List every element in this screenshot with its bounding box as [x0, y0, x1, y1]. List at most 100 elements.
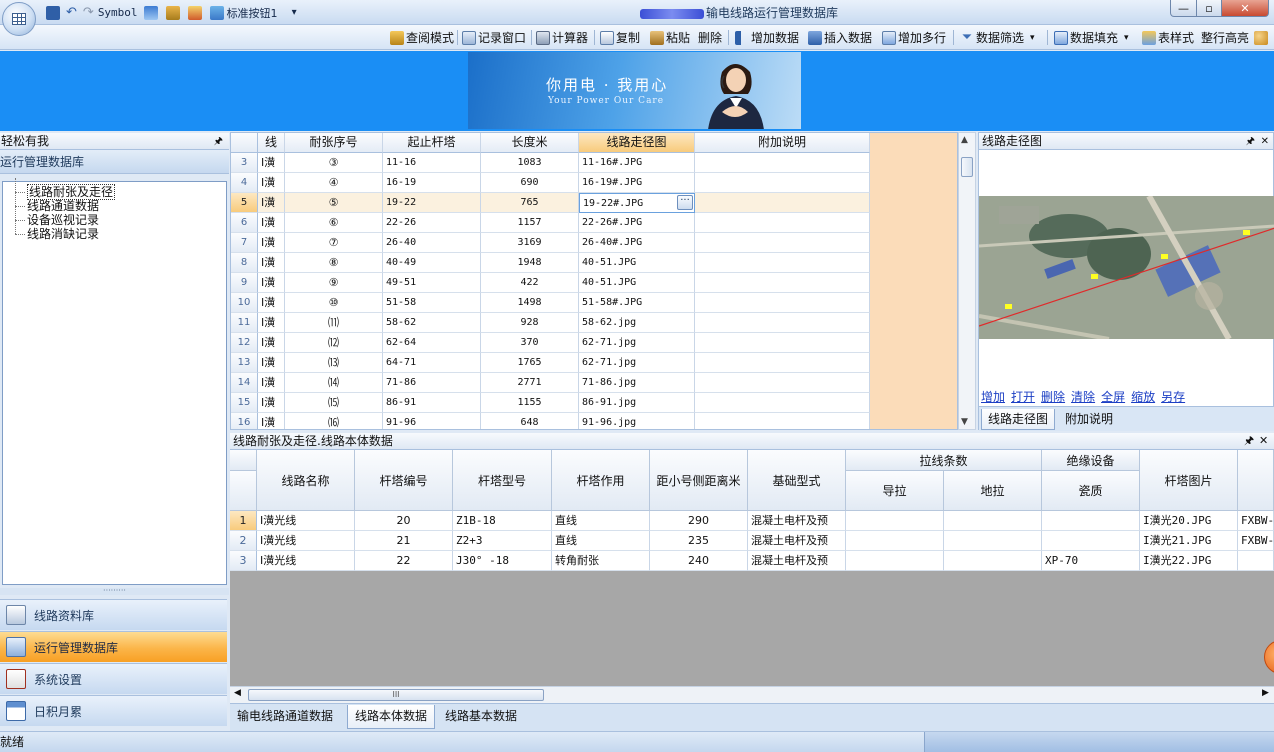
- cell-guy-lead[interactable]: [846, 511, 944, 531]
- cell-tower-role[interactable]: 转角耐张: [552, 551, 650, 571]
- scroll-thumb[interactable]: III: [248, 689, 544, 701]
- table-row[interactable]: 15 I潢 ⒂ 86-91 1155 86-91.jpg: [231, 393, 870, 413]
- cell-length[interactable]: 1155: [481, 393, 579, 413]
- table-row[interactable]: 5 I潢 ⑤ 19-22 765 19-22#.JPG ···: [231, 193, 870, 213]
- cell-guy-ground[interactable]: [944, 531, 1042, 551]
- cell-length[interactable]: 3169: [481, 233, 579, 253]
- insert-data-button[interactable]: 插入数据: [808, 29, 872, 46]
- cell-tower-no[interactable]: 21: [355, 531, 453, 551]
- row-number[interactable]: 7: [231, 233, 258, 253]
- table-row[interactable]: 11 I潢 ⑾ 58-62 928 58-62.jpg: [231, 313, 870, 333]
- cell-route-map[interactable]: 40-51.JPG: [579, 253, 695, 273]
- standard-button-1[interactable]: 标准按钮1: [227, 5, 278, 21]
- paste-button[interactable]: 粘贴: [650, 29, 690, 46]
- copy-button[interactable]: 复制: [600, 29, 640, 46]
- cell-route-map[interactable]: 91-96.jpg: [579, 413, 695, 429]
- cell-notes[interactable]: [695, 193, 870, 213]
- cell-tower-span[interactable]: 71-86: [383, 373, 481, 393]
- scroll-down-icon[interactable]: ▼: [961, 417, 968, 427]
- table-row[interactable]: 14 I潢 ⒁ 71-86 2771 71-86.jpg: [231, 373, 870, 393]
- cell-tension-seq[interactable]: ⒀: [285, 353, 383, 373]
- cell-foundation[interactable]: 混凝土电杆及预: [748, 531, 846, 551]
- row-number[interactable]: 15: [231, 393, 258, 413]
- cell-line[interactable]: I潢: [258, 193, 285, 213]
- table-style-button[interactable]: 表样式: [1142, 29, 1194, 46]
- tab-corridor-data[interactable]: 输电线路通道数据: [230, 705, 340, 729]
- nav-line-database[interactable]: 线路资料库: [0, 599, 227, 630]
- col-header-tower-span[interactable]: 起止杆塔: [383, 133, 481, 153]
- cell-tower-no[interactable]: 20: [355, 511, 453, 531]
- cell-guy-ground[interactable]: [944, 551, 1042, 571]
- col-header-line-name[interactable]: 线路名称: [257, 450, 355, 511]
- user-edit-icon[interactable]: [187, 5, 202, 20]
- cell-line[interactable]: I潢: [258, 313, 285, 333]
- table-row[interactable]: 3 I潢 ③ 11-16 1083 11-16#.JPG: [231, 153, 870, 173]
- cell-foundation[interactable]: 混凝土电杆及预: [748, 511, 846, 531]
- cell-tension-seq[interactable]: ⑧: [285, 253, 383, 273]
- add-data-button[interactable]: 增加数据: [735, 29, 799, 46]
- cell-tower-image[interactable]: I潢光20.JPG: [1140, 511, 1238, 531]
- cell-guy-lead[interactable]: [846, 551, 944, 571]
- cell-length[interactable]: 2771: [481, 373, 579, 393]
- cell-tension-seq[interactable]: ⑨: [285, 273, 383, 293]
- row-number[interactable]: 11: [231, 313, 258, 333]
- grid-vertical-scrollbar[interactable]: ▲ ▼: [958, 132, 976, 430]
- nav-system-settings[interactable]: 系统设置: [0, 663, 227, 694]
- cell-distance[interactable]: 235: [650, 531, 748, 551]
- cell-line[interactable]: I潢: [258, 213, 285, 233]
- row-number[interactable]: 8: [231, 253, 258, 273]
- cell-distance[interactable]: 240: [650, 551, 748, 571]
- cell-tower-span[interactable]: 19-22: [383, 193, 481, 213]
- cell-notes[interactable]: [695, 373, 870, 393]
- row-number[interactable]: 3: [231, 153, 258, 173]
- cell-route-map[interactable]: 11-16#.JPG: [579, 153, 695, 173]
- cell-notes[interactable]: [695, 273, 870, 293]
- table-row[interactable]: 10 I潢 ⑩ 51-58 1498 51-58#.JPG: [231, 293, 870, 313]
- cell-tension-seq[interactable]: ⑥: [285, 213, 383, 233]
- tools-icon[interactable]: [165, 5, 180, 20]
- map-fullscreen-link[interactable]: 全屏: [1101, 388, 1125, 405]
- col-header-distance[interactable]: 距小号侧距离米: [650, 450, 748, 511]
- cell-route-map[interactable]: 62-71.jpg: [579, 333, 695, 353]
- row-number[interactable]: 9: [231, 273, 258, 293]
- close-button[interactable]: ✕: [1221, 0, 1269, 17]
- cell-route-map[interactable]: 62-71.jpg: [579, 353, 695, 373]
- cell-tension-seq[interactable]: ⒂: [285, 393, 383, 413]
- table-row[interactable]: 9 I潢 ⑨ 49-51 422 40-51.JPG: [231, 273, 870, 293]
- cell-line-name[interactable]: I潢光线: [257, 511, 355, 531]
- cell-line[interactable]: I潢: [258, 393, 285, 413]
- panel-splitter[interactable]: ·········: [0, 587, 229, 595]
- table-row[interactable]: 3 I潢光线 22 J30° -18 转角耐张 240 混凝土电杆及预 XP-70 I潢光22.…: [230, 551, 1274, 571]
- cell-route-map[interactable]: 58-62.jpg: [579, 313, 695, 333]
- cell-foundation[interactable]: 混凝土电杆及预: [748, 551, 846, 571]
- cell-length[interactable]: 422: [481, 273, 579, 293]
- save-icon[interactable]: [46, 5, 60, 20]
- scroll-thumb[interactable]: [961, 157, 973, 177]
- cell-tower-type[interactable]: J30° -18: [453, 551, 552, 571]
- row-number[interactable]: 10: [231, 293, 258, 313]
- cell-overflow[interactable]: FXBW-1: [1238, 531, 1274, 551]
- cell-length[interactable]: 1498: [481, 293, 579, 313]
- cell-tension-seq[interactable]: ⒁: [285, 373, 383, 393]
- table-row[interactable]: 6 I潢 ⑥ 22-26 1157 22-26#.JPG: [231, 213, 870, 233]
- close-icon[interactable]: ✕: [1261, 134, 1269, 150]
- cell-tower-span[interactable]: 64-71: [383, 353, 481, 373]
- col-header-tower-no[interactable]: 杆塔编号: [355, 450, 453, 511]
- browse-ellipsis-button[interactable]: ···: [677, 195, 693, 210]
- row-number[interactable]: 13: [231, 353, 258, 373]
- cell-tension-seq[interactable]: ⒃: [285, 413, 383, 429]
- table-row[interactable]: 13 I潢 ⒀ 64-71 1765 62-71.jpg: [231, 353, 870, 373]
- scroll-left-icon[interactable]: ◀: [234, 688, 241, 698]
- cell-tower-span[interactable]: 62-64: [383, 333, 481, 353]
- cell-overflow[interactable]: [1238, 551, 1274, 571]
- row-number[interactable]: 16: [231, 413, 258, 429]
- tree-item-equipment-patrol-log[interactable]: 设备巡视记录: [15, 206, 226, 227]
- col-header-guy-ground[interactable]: 地拉: [944, 471, 1042, 511]
- row-number[interactable]: 5: [231, 193, 258, 213]
- tab-basic-data[interactable]: 线路基本数据: [438, 705, 524, 729]
- cell-tower-type[interactable]: Z2+3: [453, 531, 552, 551]
- cell-route-map[interactable]: 26-40#.JPG: [579, 233, 695, 253]
- cell-notes[interactable]: [695, 233, 870, 253]
- scroll-up-icon[interactable]: ▲: [961, 135, 968, 145]
- qat-dropdown-icon[interactable]: ▾: [292, 7, 297, 18]
